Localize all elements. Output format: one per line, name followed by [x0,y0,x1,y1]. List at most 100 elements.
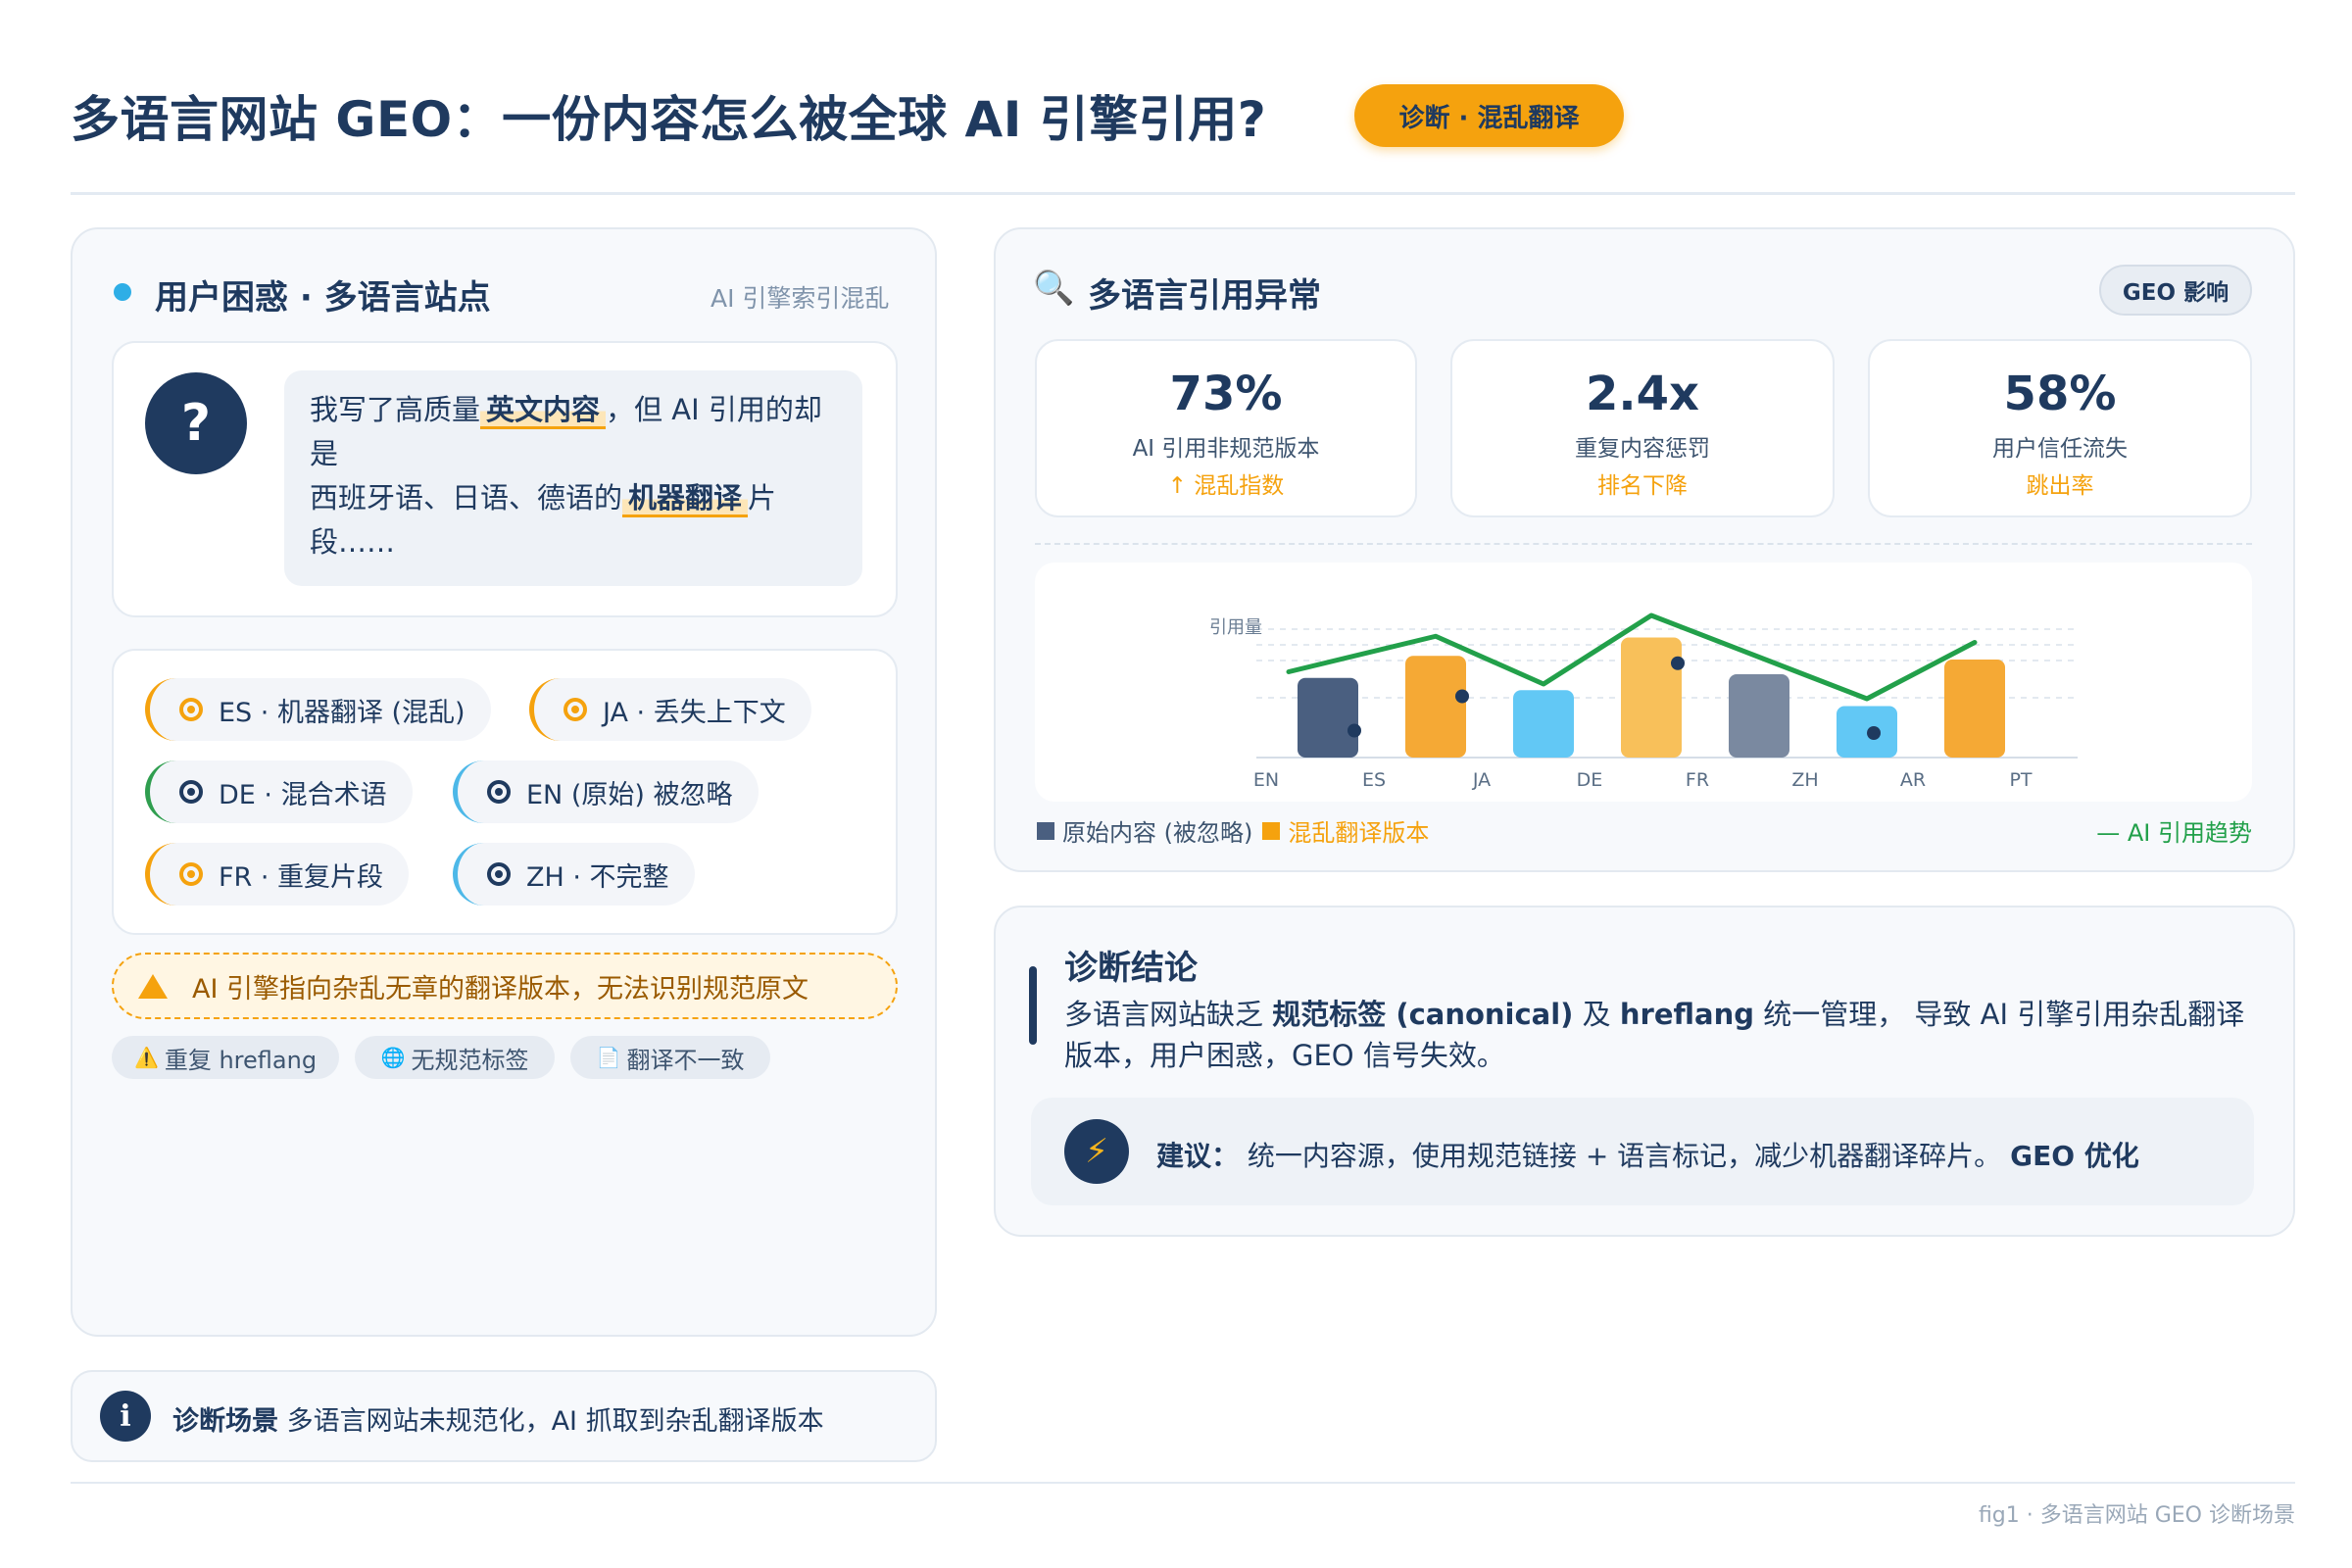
warning-icon: ⚠️ [133,1046,159,1069]
metric-card-3: 58% 用户信任流失 跳出率 [1868,339,2252,517]
pill-duplicate-hreflang: ⚠️ 重复 hreflang [112,1036,339,1079]
conclusion-bold-hreflang: hreflang [1619,998,1754,1031]
figure-caption: fig1 · 多语言网站 GEO 诊断场景 [1978,1503,2295,1528]
metric-value: 2.4x [1586,367,1699,421]
advice-body: 统一内容源，使用规范链接 + 语言标记，减少机器翻译碎片。 [1239,1140,2011,1172]
chart-bar [1729,674,1789,758]
advice-label: 建议： [1156,1140,1240,1172]
conclusion-title: 诊断结论 [1064,949,1198,988]
scenario-text: 诊断场景 多语言网站未规范化，AI 抓取到杂乱翻译版本 [172,1399,824,1438]
tag-en: EN (原始) 被忽略 [453,760,759,823]
chart-point [1867,726,1881,740]
metric-value: 58% [2003,367,2117,421]
metric-label: AI 引用非规范版本 [1132,436,1320,462]
metric-value: 73% [1169,367,1283,421]
metric-label: 用户信任流失 [1992,436,2128,462]
pill-label: 重复 hreflang [164,1046,318,1074]
chart-bar [1944,660,2005,758]
tag-label: EN (原始) 被忽略 [526,779,733,810]
legend-swatch-original [1037,821,1054,840]
chart-point [1671,656,1685,670]
scenario-label: 诊断场景 [172,1406,278,1437]
left-panel-title: 用户困惑 · 多语言站点 [155,278,491,318]
pill-no-canonical: 🌐 无规范标签 [355,1036,555,1079]
conclusion-bold-canonical: 规范标签 (canonical) [1272,998,1574,1031]
chart-bar [1405,656,1466,758]
geo-impact-badge: GEO 影响 [2099,265,2252,316]
chart-x-tick: JA [1472,769,1491,791]
warning-text: AI 引擎指向杂乱无章的翻译版本，无法识别规范原文 [192,973,809,1004]
chart-x-tick: PT [2009,769,2032,791]
conclusion-accent-bar [1029,966,1037,1045]
chart-x-tick: ZH [1791,769,1818,791]
conclusion-text: 多语言网站缺乏 规范标签 (canonical) 及 hreflang 统一管理… [1064,994,2266,1076]
tag-de: DE · 混合术语 [145,760,413,823]
question-icon: ? [145,372,247,474]
tag-label: FR · 重复片段 [219,861,384,893]
chart-point [1348,723,1361,738]
legend-trend: — AI 引用趋势 [2096,819,2252,847]
main-chart: 引用量 EN ES JA DE FR ZH AR PT [1209,612,2078,791]
pill-label: 翻译不一致 [626,1046,745,1074]
chart-bar [1837,706,1897,758]
chart-ylabel: 引用量 [1209,617,1262,638]
chart-x-tick: EN [1253,769,1279,791]
ring-icon [179,698,203,721]
diagnosis-badge: 诊断 · 混乱翻译 [1354,84,1624,147]
header-divider [71,192,2295,195]
metric-card-2: 2.4x 重复内容惩罚 排名下降 [1450,339,1835,517]
ring-icon [564,698,587,721]
conclusion-text-part: 多语言网站缺乏 [1064,998,1273,1031]
legend-messy: 混乱翻译版本 [1288,819,1430,847]
right-panel-title: 多语言引用异常 [1088,276,1321,316]
chart-x-tick: AR [1900,769,1926,791]
globe-icon: 🌐 [380,1046,406,1069]
tag-fr: FR · 重复片段 [145,843,410,906]
warning-triangle-icon [138,974,168,999]
ring-icon [179,780,203,804]
ring-icon [487,780,511,804]
quote-text: 西班牙语、日语、德语的 [310,481,623,514]
page-title: 多语言网站 GEO：一份内容怎么被全球 AI 引擎引用? [71,91,1267,148]
ring-icon [487,862,511,886]
legend-original: 原始内容 (被忽略) [1062,819,1253,847]
chart-bar [1621,637,1682,758]
legend-swatch-messy [1262,821,1281,840]
document-icon: 📄 [596,1046,621,1069]
tag-zh: ZH · 不完整 [453,843,695,906]
chart-legend: 原始内容 (被忽略) 混乱翻译版本 [1037,813,1429,848]
metric-card-1: 73% AI 引用非规范版本 ↑ 混乱指数 [1035,339,1417,517]
advice-tail: GEO 优化 [2010,1140,2139,1172]
metrics-divider [1035,543,2252,545]
tag-label: JA · 丢失上下文 [603,697,786,728]
warning-banner: AI 引擎指向杂乱无章的翻译版本，无法识别规范原文 [112,953,898,1019]
tag-label: DE · 混合术语 [219,779,387,810]
advice-text: 建议： 统一内容源，使用规范链接 + 语言标记，减少机器翻译碎片。 GEO 优化 [1156,1135,2139,1174]
footer-divider [71,1482,2295,1484]
tag-label: ZH · 不完整 [526,861,669,893]
chart-point [1455,689,1469,704]
quote-highlight-english: 英文内容 [480,393,607,429]
chart-bar [1298,677,1358,758]
tag-label: ES · 机器翻译 (混乱) [219,697,466,728]
scenario-description: 多语言网站未规范化，AI 抓取到杂乱翻译版本 [278,1406,824,1437]
chart-x-tick: FR [1686,769,1709,791]
quote-text: 我写了高质量 [310,393,481,426]
pill-label: 无规范标签 [411,1046,529,1074]
metric-sub: 跳出率 [2026,473,2094,499]
search-icon: 🔍 [1033,269,1075,308]
chart-x-tick: ES [1362,769,1386,791]
quote-highlight-mt: 机器翻译 [622,481,749,517]
panel-bullet-icon [114,283,131,301]
ring-icon [179,862,203,886]
info-icon: i [100,1391,151,1442]
conclusion-text-part: 及 [1573,998,1620,1031]
chart-x-tick: DE [1577,769,1603,791]
metric-sub: 排名下降 [1597,473,1688,499]
tag-ja: JA · 丢失上下文 [529,678,811,741]
chart-bar [1513,690,1574,758]
left-panel-subtitle: AI 引擎索引混乱 [710,284,890,313]
tag-es: ES · 机器翻译 (混乱) [145,678,491,741]
metric-label: 重复内容惩罚 [1575,436,1710,462]
lightning-icon: ⚡ [1064,1119,1129,1184]
